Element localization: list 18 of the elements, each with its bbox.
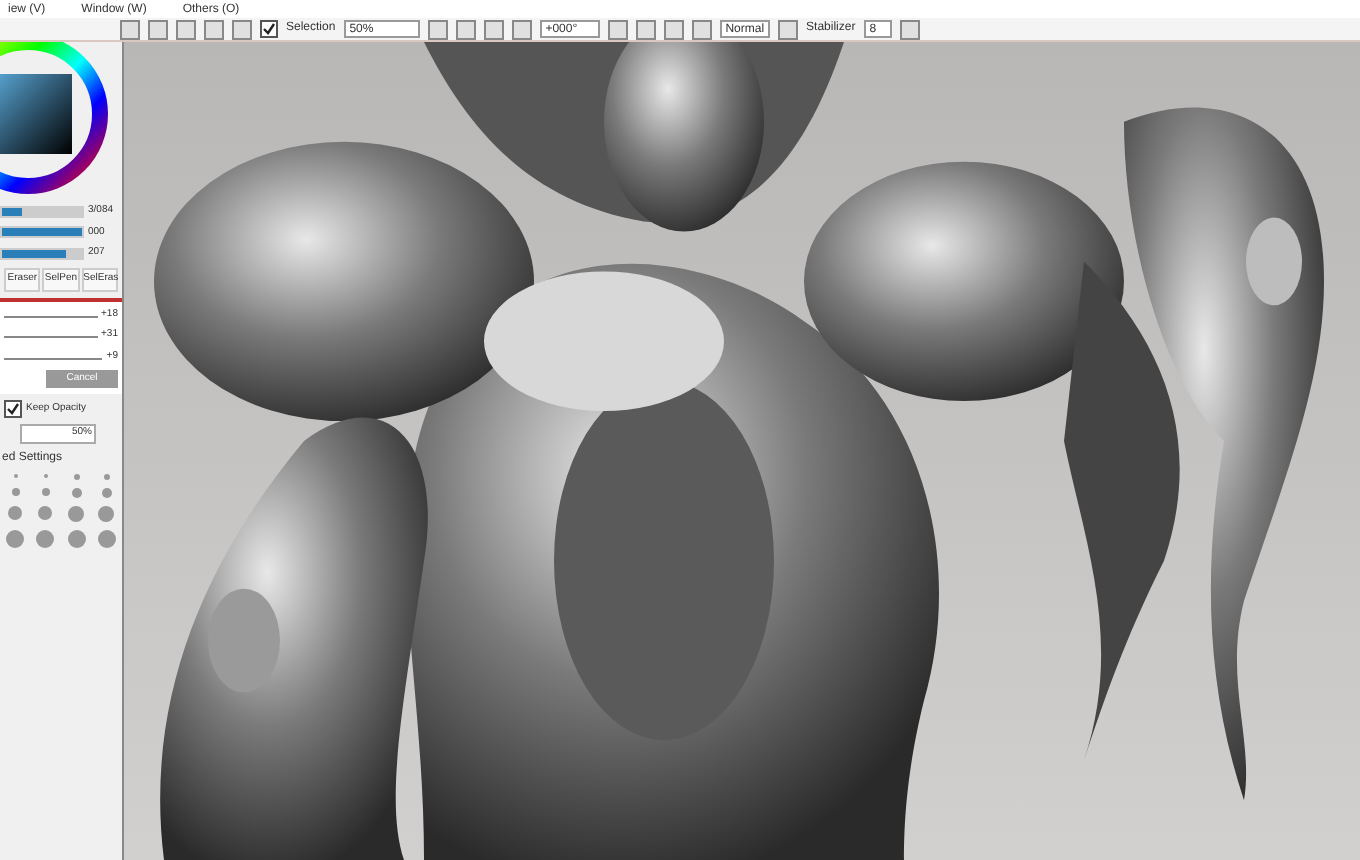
toolbar-button[interactable] <box>483 19 504 39</box>
checkbox[interactable] <box>260 20 278 38</box>
toolbar-button[interactable] <box>635 19 656 39</box>
toolbar-button[interactable] <box>778 19 799 39</box>
toolbar-button[interactable] <box>455 19 476 39</box>
toolbar-button[interactable] <box>427 19 448 39</box>
toolbar-button[interactable] <box>511 19 532 39</box>
brush-size-icon[interactable] <box>11 487 20 495</box>
toolbar-button[interactable] <box>899 19 920 39</box>
color-slider[interactable] <box>0 205 84 218</box>
toolbar-button[interactable] <box>607 19 628 39</box>
brush-size-icon[interactable] <box>41 487 50 495</box>
brush-size-icon[interactable] <box>73 473 80 479</box>
toolbar-button[interactable] <box>691 19 712 39</box>
toolbar-button[interactable] <box>663 19 684 39</box>
checkbox[interactable] <box>4 400 22 418</box>
color-slider[interactable] <box>0 247 84 260</box>
brush-size-icon[interactable] <box>103 473 110 479</box>
